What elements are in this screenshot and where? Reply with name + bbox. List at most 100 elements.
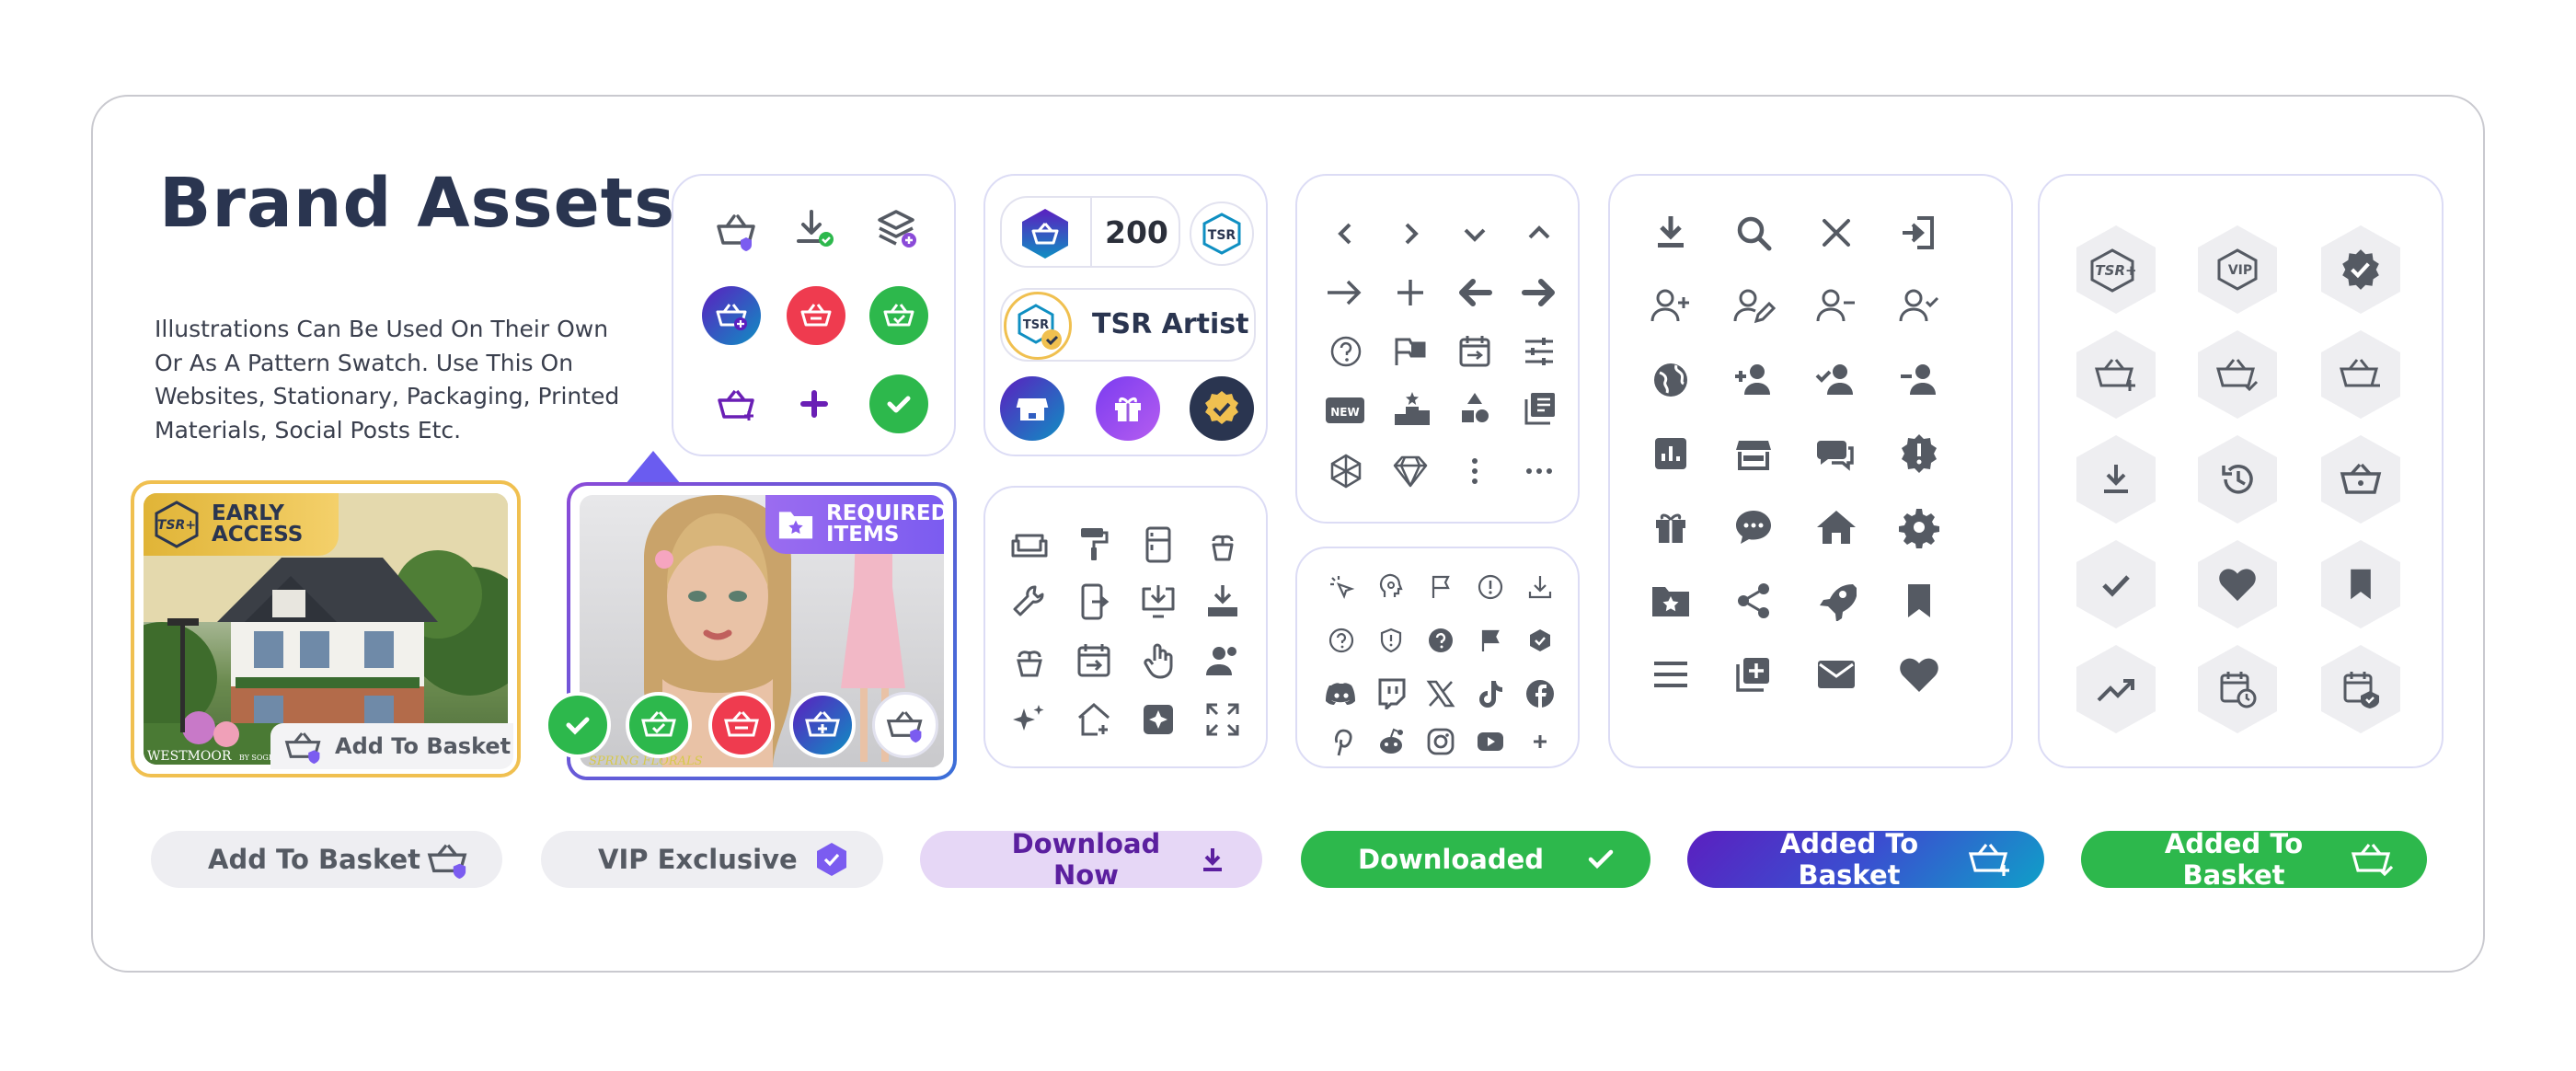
instagram-icon[interactable] — [1420, 721, 1461, 762]
settings-gear-icon[interactable] — [1892, 500, 1947, 555]
mail-icon[interactable] — [1809, 647, 1864, 702]
basket-check-circle-icon[interactable] — [869, 286, 928, 345]
added-to-basket-gradient-button[interactable]: Added To Basket — [1687, 828, 2044, 891]
rocket-icon[interactable] — [1809, 573, 1864, 628]
category-icons-panel — [983, 486, 1268, 768]
chat-bubbles-icon[interactable] — [1809, 426, 1864, 481]
vip-text: VIP — [2228, 263, 2252, 278]
tsr-plus-text: TSR+ — [2095, 262, 2136, 279]
required-items-line1: REQUIRED — [826, 501, 949, 525]
download-bar-icon[interactable] — [1643, 205, 1698, 260]
verified-hex-icon — [2321, 225, 2400, 314]
alert-badge-icon — [1892, 426, 1947, 481]
home-icon[interactable] — [1809, 500, 1864, 555]
card-basket-check-button[interactable] — [626, 692, 692, 758]
storefront-icon[interactable] — [1726, 426, 1781, 481]
page-title: Brand Assets — [159, 164, 676, 243]
user-remove-icon[interactable] — [1809, 279, 1864, 334]
chevron-right-icon[interactable] — [1387, 211, 1433, 257]
bookmark-icon[interactable] — [1892, 573, 1947, 628]
small-plus-icon — [1520, 721, 1560, 762]
verified-circle-icon[interactable] — [1190, 376, 1254, 441]
early-access-line2: ACCESS — [212, 523, 304, 547]
globe-icon[interactable] — [1643, 352, 1698, 408]
added-to-basket-green-button[interactable]: Added To Basket — [2081, 828, 2427, 891]
fridge-icon — [1134, 521, 1182, 569]
calendar-clock-hex-icon — [2198, 645, 2277, 733]
early-access-card[interactable]: TSR+ EARLY ACCESS WESTMOOR BY SOGERBATON… — [131, 480, 521, 777]
login-icon[interactable] — [1892, 205, 1947, 260]
basket-remove-circle-icon[interactable] — [787, 286, 845, 345]
download-now-button[interactable]: Download Now — [920, 828, 1262, 891]
sliders-icon[interactable] — [1516, 328, 1562, 374]
help-circle-icon[interactable] — [1323, 328, 1369, 374]
arrow-left-icon[interactable] — [1452, 270, 1498, 316]
x-twitter-icon[interactable] — [1420, 674, 1461, 714]
vip-exclusive-button[interactable]: VIP Exclusive — [541, 831, 883, 888]
chat-dots-icon[interactable] — [1726, 500, 1781, 555]
vip-hex-icon: VIP — [2198, 225, 2277, 314]
alert-circle-icon — [1472, 569, 1509, 605]
chevron-left-icon[interactable] — [1323, 211, 1369, 257]
added-to-basket-label: Added To Basket — [1779, 828, 1919, 891]
artist-chip[interactable]: TSR TSR Artist — [1000, 288, 1256, 362]
navigation-icons-panel: NEW — [1295, 174, 1580, 524]
tsr-plus-badge-text: TSR+ — [157, 518, 196, 533]
basket-add-circle-icon[interactable] — [702, 286, 761, 345]
card-basket-vip-button[interactable] — [872, 692, 938, 758]
flag-filled-icon — [1472, 622, 1509, 659]
card-check-circle-button[interactable] — [545, 692, 611, 758]
flags-icon — [1387, 328, 1433, 374]
store-circle-icon[interactable] — [1000, 376, 1064, 441]
svg-text:NEW: NEW — [1330, 406, 1359, 419]
chevron-down-icon[interactable] — [1452, 211, 1498, 257]
arrow-right-icon[interactable] — [1516, 270, 1562, 316]
phone-import-icon — [1070, 578, 1118, 626]
profile-panel: 200 TSR TSR TSR Artist — [983, 174, 1268, 456]
add-to-basket-button[interactable]: Add To Basket — [151, 831, 502, 888]
downloaded-button[interactable]: Downloaded — [1301, 831, 1650, 888]
help-outline-icon — [1323, 622, 1360, 659]
youtube-icon[interactable] — [1470, 721, 1511, 762]
discord-icon[interactable] — [1321, 674, 1362, 714]
points-value: 200 — [1105, 214, 1168, 250]
user-add-filled-icon[interactable] — [1726, 352, 1781, 408]
close-icon[interactable] — [1809, 205, 1864, 260]
menu-icon[interactable] — [1643, 647, 1698, 702]
gift-circle-icon[interactable] — [1096, 376, 1160, 441]
user-check-icon[interactable] — [1892, 279, 1947, 334]
heart-icon[interactable] — [1892, 647, 1947, 702]
library-icon — [1516, 386, 1562, 432]
more-vertical-icon[interactable] — [1452, 448, 1498, 494]
basket-remove-hex-icon — [2321, 330, 2400, 419]
user-remove-filled-icon[interactable] — [1892, 352, 1947, 408]
more-horizontal-icon[interactable] — [1516, 448, 1562, 494]
folder-star-icon[interactable] — [1643, 573, 1698, 628]
bar-chart-icon[interactable] — [1643, 426, 1698, 481]
tsr-logo-badge[interactable]: TSR — [1190, 202, 1254, 266]
reddit-icon[interactable] — [1371, 721, 1411, 762]
user-check-filled-icon[interactable] — [1809, 352, 1864, 408]
selection-pointer — [626, 451, 681, 484]
facebook-icon[interactable] — [1520, 674, 1560, 714]
user-add-icon[interactable] — [1643, 279, 1698, 334]
chevron-up-icon[interactable] — [1516, 211, 1562, 257]
gift-icon[interactable] — [1643, 500, 1698, 555]
plus-thin-icon[interactable] — [1387, 270, 1433, 316]
search-icon[interactable] — [1726, 205, 1781, 260]
tiktok-icon[interactable] — [1470, 674, 1511, 714]
pinterest-icon[interactable] — [1321, 721, 1362, 762]
card-basket-add-button[interactable] — [789, 692, 856, 758]
share-icon[interactable] — [1726, 573, 1781, 628]
basket-vip-icon — [425, 838, 471, 881]
card-basket-remove-button[interactable] — [708, 692, 775, 758]
user-edit-icon[interactable] — [1726, 279, 1781, 334]
new-badge-icon: NEW — [1319, 389, 1371, 432]
add-to-list-icon[interactable] — [1726, 647, 1781, 702]
download-icon — [1195, 841, 1231, 878]
flag-icon[interactable] — [1422, 569, 1459, 605]
twitch-icon[interactable] — [1371, 674, 1411, 714]
vip-shield-icon — [811, 839, 852, 880]
card-add-to-basket-button[interactable]: Add To Basket — [270, 723, 513, 769]
arrow-right-thin-icon[interactable] — [1319, 270, 1369, 316]
